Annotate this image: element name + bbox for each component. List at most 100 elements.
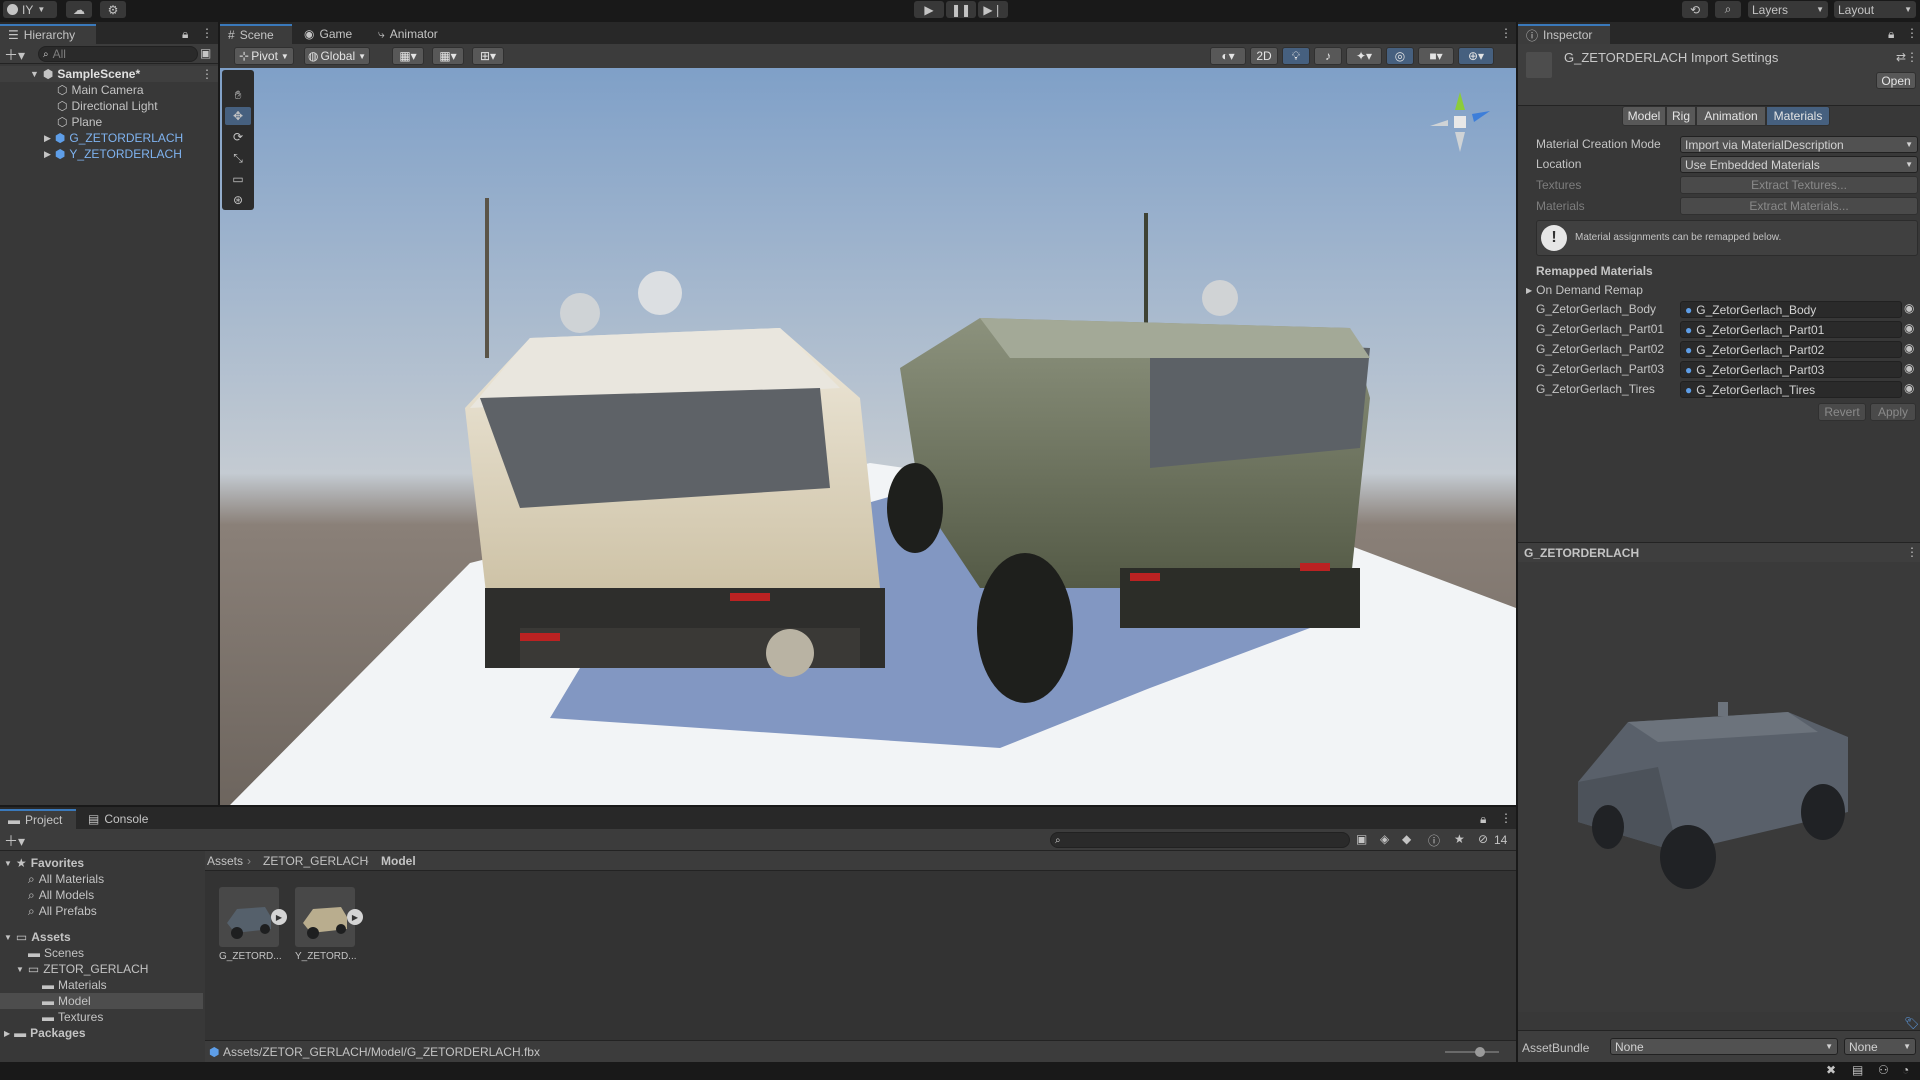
- breadcrumb-item[interactable]: ZETOR_GERLACH: [263, 854, 368, 868]
- apply-button[interactable]: Apply: [1870, 403, 1916, 421]
- object-picker-icon[interactable]: ◉: [1904, 301, 1914, 315]
- collab-button[interactable]: ⚙: [100, 1, 126, 18]
- step-button[interactable]: ▶❘: [978, 1, 1008, 18]
- filter-by-type-icon[interactable]: ◈: [1380, 832, 1389, 846]
- account-dropdown[interactable]: IY ▼: [3, 1, 57, 18]
- lock-icon[interactable]: 🔒︎: [182, 27, 188, 42]
- tab-animator[interactable]: ⤷ Animator: [370, 24, 460, 44]
- more-icon[interactable]: ⋮: [1500, 811, 1512, 825]
- extract-materials-button[interactable]: Extract Materials...: [1680, 197, 1918, 215]
- tab-animation[interactable]: Animation: [1696, 106, 1766, 126]
- preview-header[interactable]: G_ZETORDERLACH ⋮: [1518, 542, 1920, 562]
- scale-tool-button[interactable]: ⤡: [225, 149, 251, 167]
- search-by-type-icon[interactable]: ▣: [1356, 832, 1367, 846]
- global-dropdown[interactable]: ◍ Global ▼: [304, 47, 370, 65]
- assets-foldout[interactable]: ▼ ▭ Assets: [0, 929, 203, 945]
- history-button[interactable]: ⟲: [1682, 1, 1708, 18]
- play-icon[interactable]: ▶: [347, 909, 363, 925]
- layers-dropdown[interactable]: Layers ▼: [1748, 1, 1828, 18]
- expand-icon[interactable]: ▶: [44, 133, 51, 144]
- remap-object-field[interactable]: ● G_ZetorGerlach_Tires: [1680, 381, 1902, 398]
- lock-icon[interactable]: 🔒︎: [1888, 27, 1894, 42]
- cloud-button[interactable]: ☁: [66, 1, 92, 18]
- zoom-slider-thumb[interactable]: [1475, 1047, 1485, 1057]
- grid-snap-button[interactable]: ▦▾: [392, 47, 424, 65]
- list-item[interactable]: ▶ ⬢ Y_ZETORDERLACH: [0, 146, 182, 162]
- pause-button[interactable]: ❚❚: [946, 1, 976, 18]
- remap-object-field[interactable]: ● G_ZetorGerlach_Part02: [1680, 341, 1902, 358]
- asset-label-icon[interactable]: 🏷︎: [1904, 1016, 1919, 1030]
- favorites-foldout[interactable]: ▼ ★ Favorites: [0, 855, 203, 871]
- object-picker-icon[interactable]: ◉: [1904, 361, 1914, 375]
- location-dropdown[interactable]: Use Embedded Materials ▼: [1680, 156, 1918, 173]
- list-item[interactable]: ▬ Scenes: [0, 945, 84, 961]
- on-demand-remap-foldout[interactable]: ▶ On Demand Remap: [1526, 282, 1643, 298]
- more-icon[interactable]: ⋮: [201, 67, 213, 81]
- tab-game[interactable]: ◉ Game: [296, 24, 362, 44]
- breadcrumb-item[interactable]: Model: [381, 854, 416, 868]
- pivot-dropdown[interactable]: ⊹ Pivot ▼: [234, 47, 294, 65]
- expand-icon[interactable]: ▼: [30, 69, 39, 79]
- list-item[interactable]: ⌕ All Materials: [0, 871, 104, 887]
- more-icon[interactable]: ⋮: [1906, 545, 1918, 559]
- rotate-tool-button[interactable]: ⟳: [225, 128, 251, 146]
- remap-object-field[interactable]: ● G_ZetorGerlach_Part01: [1680, 321, 1902, 338]
- grid-visibility-button[interactable]: ▦▾: [432, 47, 464, 65]
- play-button[interactable]: ▶: [914, 1, 944, 18]
- more-icon[interactable]: ⋮: [1500, 26, 1512, 40]
- assetbundle-variant-dropdown[interactable]: None ▼: [1844, 1038, 1916, 1055]
- list-item[interactable]: ▼ ▭ ZETOR_GERLACH: [0, 961, 148, 977]
- list-item[interactable]: ▬ Textures: [0, 1009, 103, 1025]
- network-icon[interactable]: ⚇: [1878, 1063, 1889, 1077]
- increment-snap-button[interactable]: ⊞▾: [472, 47, 504, 65]
- list-item[interactable]: ▬ Materials: [0, 977, 107, 993]
- list-item[interactable]: ▶ ⬢ G_ZETORDERLACH: [0, 130, 183, 146]
- breadcrumb-item[interactable]: Assets: [207, 854, 243, 868]
- asset-tile[interactable]: ▶ Y_ZETORD...: [295, 887, 363, 967]
- camera-dropdown[interactable]: ■▾: [1418, 47, 1454, 65]
- star-icon[interactable]: ★: [1454, 832, 1465, 846]
- list-item[interactable]: ⌕ All Models: [0, 887, 94, 903]
- settings-icon[interactable]: ⇄⋮: [1896, 50, 1918, 64]
- search-button[interactable]: ⌕: [1715, 1, 1741, 18]
- expand-icon[interactable]: ▶: [44, 149, 51, 160]
- more-icon[interactable]: ⋮: [201, 26, 213, 40]
- lock-icon[interactable]: 🔒︎: [1480, 812, 1486, 827]
- hidden-packages-icon[interactable]: ⊘: [1478, 832, 1488, 846]
- gizmos-dropdown[interactable]: ⊕▾: [1458, 47, 1494, 65]
- object-picker-icon[interactable]: ◉: [1904, 341, 1914, 355]
- tab-inspector[interactable]: ⓘ Inspector: [1518, 24, 1610, 44]
- tab-hierarchy[interactable]: ☰ Hierarchy: [0, 24, 96, 44]
- transform-tool-button[interactable]: ⊛: [225, 191, 251, 209]
- project-search-input[interactable]: ⌕: [1050, 832, 1350, 848]
- filter-icon[interactable]: ▣: [200, 46, 211, 60]
- list-item[interactable]: ⌕ All Prefabs: [0, 903, 97, 919]
- remap-object-field[interactable]: ● G_ZetorGerlach_Body: [1680, 301, 1902, 318]
- play-icon[interactable]: ▶: [271, 909, 287, 925]
- layout-dropdown[interactable]: Layout ▼: [1834, 1, 1916, 18]
- tab-rig[interactable]: Rig: [1666, 106, 1696, 126]
- scene-row[interactable]: ▼ ⬢ SampleScene* ⋮: [0, 66, 218, 82]
- debug-icon[interactable]: ✖︎: [1826, 1063, 1836, 1077]
- shading-mode-button[interactable]: ◐▾: [1210, 47, 1246, 65]
- list-item[interactable]: ⬡ Main Camera: [0, 82, 144, 98]
- hidden-objects-toggle[interactable]: ◎: [1386, 47, 1414, 65]
- model-preview[interactable]: [1518, 562, 1920, 1012]
- list-item[interactable]: ⬡ Directional Light: [0, 98, 158, 114]
- rect-tool-button[interactable]: ▭: [225, 170, 251, 188]
- open-button[interactable]: Open: [1876, 72, 1916, 89]
- add-icon[interactable]: ＋▾: [4, 45, 25, 65]
- scene-viewport[interactable]: ✋︎ ✥ ⟳ ⤡ ▭ ⊛: [220, 68, 1516, 805]
- filter-by-label-icon[interactable]: ◆: [1402, 832, 1411, 846]
- log-icon[interactable]: ⓘ: [1428, 832, 1440, 849]
- audio-toggle[interactable]: ♪: [1314, 47, 1342, 65]
- hand-tool-button[interactable]: ✋︎: [225, 86, 251, 104]
- extract-textures-button[interactable]: Extract Textures...: [1680, 176, 1918, 194]
- remap-object-field[interactable]: ● G_ZetorGerlach_Part03: [1680, 361, 1902, 378]
- object-picker-icon[interactable]: ◉: [1904, 381, 1914, 395]
- more-icon[interactable]: ⋮: [1906, 26, 1918, 40]
- object-picker-icon[interactable]: ◉: [1904, 321, 1914, 335]
- lighting-toggle[interactable]: 💡︎: [1282, 47, 1310, 65]
- tab-console[interactable]: ▤ Console: [80, 809, 160, 829]
- add-icon[interactable]: ＋▾: [4, 831, 25, 851]
